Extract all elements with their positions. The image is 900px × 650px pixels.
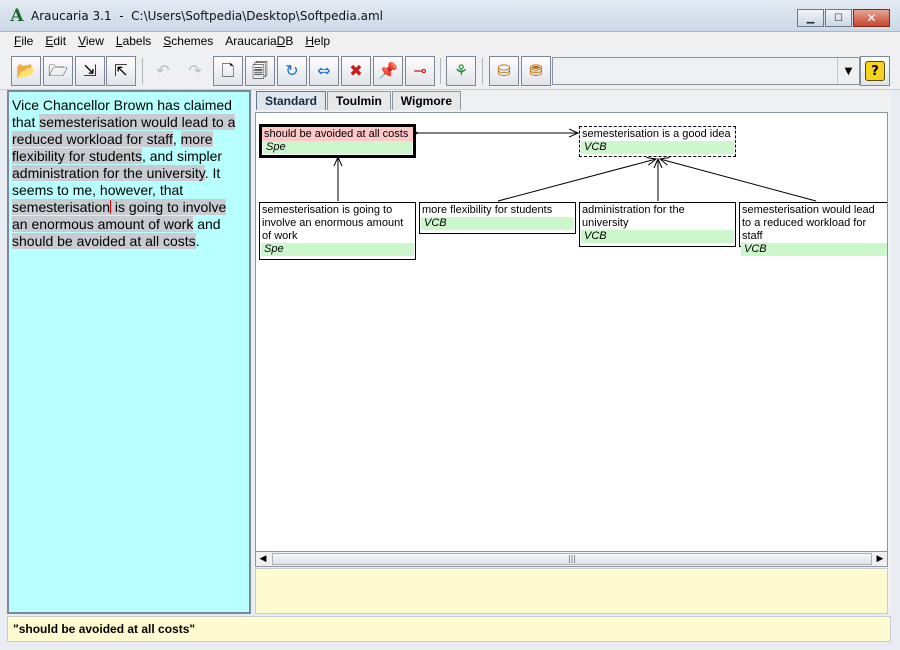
node-owner-label: VCB (421, 217, 574, 230)
view-tabs: Standard Toulmin Wigmore (256, 91, 462, 111)
node-text: should be avoided at all costs (262, 127, 413, 141)
open-folder-button[interactable]: 🗁 (43, 56, 73, 86)
node-text: semesterisation would lead to a reduced … (742, 204, 875, 242)
menu-edit[interactable]: Edit (39, 32, 72, 52)
toolbar-separator (142, 58, 143, 84)
link-button[interactable]: ↻ (277, 56, 307, 86)
export-icon: ⇱ (114, 61, 128, 80)
database-upload-icon: ⛁ (497, 61, 511, 80)
minimize-icon: ▁ (806, 12, 815, 24)
tree-layout-icon: ⚘ (453, 61, 469, 80)
diagram-canvas[interactable]: should be avoided at all costs Spe semes… (255, 112, 888, 566)
scrollbar-thumb[interactable]: ||| (272, 553, 872, 565)
new-document-button[interactable]: 🗋 (213, 56, 243, 86)
text-segment[interactable]: . (196, 233, 200, 249)
window-title: Araucaria 3.1 - C:\Users\Softpedia\Deskt… (31, 9, 384, 23)
import-icon: ⇲ (83, 61, 97, 80)
tab-standard[interactable]: Standard (256, 91, 327, 110)
delete-icon: ✖ (349, 61, 363, 80)
chevron-down-icon[interactable]: ▼ (837, 58, 859, 84)
link-icon: ↻ (285, 61, 299, 80)
argument-node[interactable]: administration for the university VCB (579, 202, 736, 247)
import-button[interactable]: ⇲ (75, 56, 105, 86)
source-text-pane[interactable]: Vice Chancellor Brown has claimed that s… (7, 90, 251, 614)
export-button[interactable]: ⇱ (106, 56, 136, 86)
node-owner-label: VCB (581, 141, 734, 154)
toolbar-separator (440, 58, 441, 84)
unpin-icon: ⊸ (413, 61, 427, 80)
swap-button[interactable]: ⇔ (309, 56, 339, 86)
delete-button[interactable]: ✖ (341, 56, 371, 86)
menu-araucariadb[interactable]: AraucariaDB (219, 32, 299, 52)
node-text: more flexibility for students (422, 204, 553, 216)
menu-labels[interactable]: Labels (110, 32, 157, 52)
help-button[interactable]: ? (860, 56, 890, 86)
node-owner-label: Spe (263, 141, 412, 154)
maximize-icon: ☐ (834, 12, 843, 24)
tab-toulmin[interactable]: Toulmin (327, 91, 391, 110)
argument-node[interactable]: semesterisation is going to involve an e… (259, 202, 416, 260)
menu-help[interactable]: Help (299, 32, 336, 52)
text-segment[interactable]: , (173, 131, 181, 147)
help-icon: ? (865, 61, 885, 81)
node-owner-label: Spe (261, 243, 414, 256)
scheme-combo-box[interactable]: ▼ (552, 57, 860, 85)
argument-node[interactable]: semesterisation is a good idea VCB (579, 126, 736, 157)
node-detail-panel (255, 568, 888, 614)
file-path: C:\Users\Softpedia\Desktop\Softpedia.aml (131, 9, 384, 23)
text-segment[interactable]: and (193, 216, 220, 232)
diagram-pane: Standard Toulmin Wigmore should be avoid… (253, 90, 891, 614)
menu-view[interactable]: View (72, 32, 110, 52)
open-file-icon: 📂 (16, 61, 36, 80)
redo-button[interactable]: ↷ (180, 56, 210, 86)
database-icon: ⛃ (529, 61, 543, 80)
status-bar: "should be avoided at all costs" (7, 616, 891, 642)
araucaria-logo-icon: A (10, 6, 24, 26)
minimize-button[interactable]: ▁ (797, 9, 824, 27)
pin-icon: 📌 (378, 61, 398, 80)
menu-file[interactable]: File (8, 32, 39, 52)
text-segment-highlighted[interactable]: semesterisation (12, 199, 111, 215)
tree-layout-button[interactable]: ⚘ (446, 56, 476, 86)
text-segment-highlighted[interactable]: should be avoided at all costs (12, 233, 196, 249)
diagram-edges (256, 113, 817, 202)
undo-button[interactable]: ↶ (148, 56, 178, 86)
node-owner-label: VCB (581, 230, 734, 243)
support-edge (660, 159, 817, 202)
undo-icon: ↶ (156, 61, 170, 80)
node-owner-label: VCB (741, 243, 887, 256)
swap-icon: ⇔ (317, 61, 331, 80)
maximize-button[interactable]: ☐ (825, 9, 852, 27)
horizontal-scrollbar[interactable]: ◀ ||| ▶ (255, 551, 888, 567)
scroll-left-icon[interactable]: ◀ (256, 552, 270, 566)
support-edge (497, 159, 656, 202)
menu-bar: File Edit View Labels Schemes AraucariaD… (0, 32, 900, 52)
database-button[interactable]: ⛃ (521, 56, 551, 86)
node-text: semesterisation is a good idea (582, 128, 731, 140)
redo-icon: ↷ (188, 61, 202, 80)
toolbar-separator (482, 58, 483, 84)
argument-node[interactable]: should be avoided at all costs Spe (259, 124, 416, 158)
node-text: semesterisation is going to involve an e… (262, 204, 404, 242)
argument-node[interactable]: semesterisation would lead to a reduced … (739, 202, 887, 256)
close-icon: ✕ (866, 11, 877, 25)
text-segment-highlighted[interactable]: administration for the university (12, 165, 205, 181)
scroll-right-icon[interactable]: ▶ (873, 552, 887, 566)
unpin-button[interactable]: ⊸ (405, 56, 435, 86)
title-bar: A Araucaria 3.1 - C:\Users\Softpedia\Des… (0, 0, 900, 32)
document-properties-button[interactable]: 🗐 (245, 56, 275, 86)
open-folder-icon: 🗁 (48, 61, 68, 80)
tab-wigmore[interactable]: Wigmore (391, 91, 462, 110)
database-upload-button[interactable]: ⛁ (489, 56, 519, 86)
open-file-button[interactable]: 📂 (11, 56, 41, 86)
node-text: administration for the university (582, 204, 685, 229)
app-title: Araucaria 3.1 (31, 9, 112, 23)
pin-button[interactable]: 📌 (373, 56, 403, 86)
close-button[interactable]: ✕ (853, 9, 890, 27)
new-document-icon: 🗋 (221, 61, 235, 80)
text-segment[interactable]: , and simpler (142, 148, 222, 164)
document-properties-icon: 🗐 (252, 61, 268, 80)
menu-schemes[interactable]: Schemes (157, 32, 219, 52)
argument-node[interactable]: more flexibility for students VCB (419, 202, 576, 234)
